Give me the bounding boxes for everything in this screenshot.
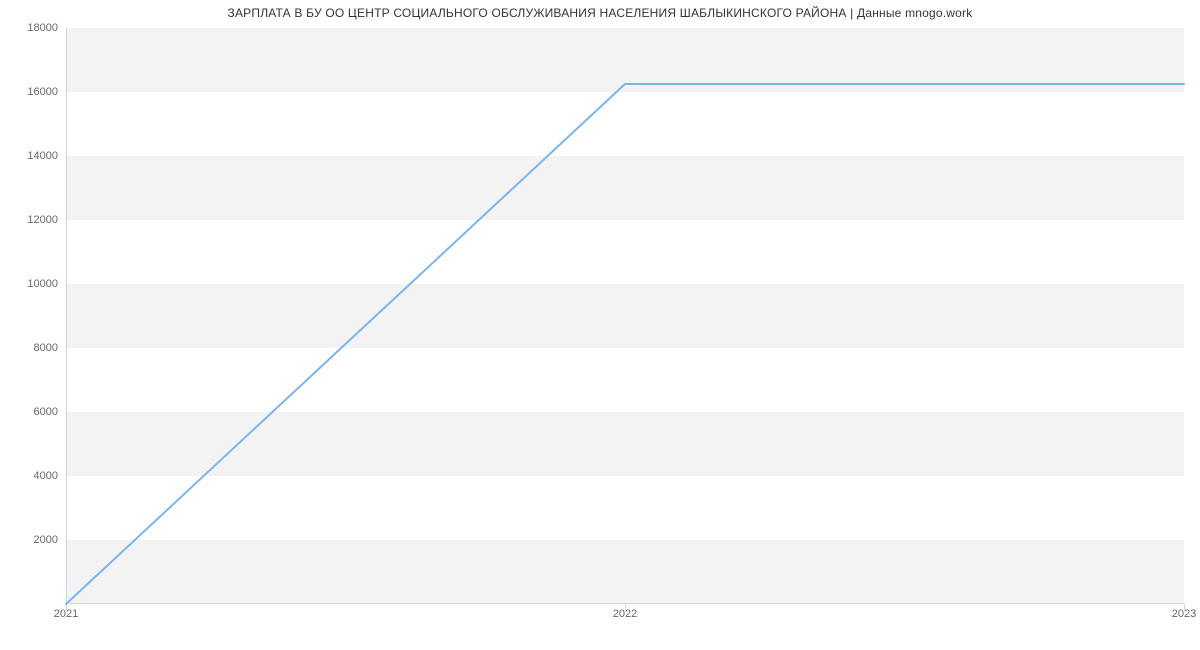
x-tick-label: 2022 (613, 608, 637, 620)
y-tick-label: 2000 (34, 534, 58, 546)
y-tick-label: 4000 (34, 470, 58, 482)
y-tick-label: 14000 (27, 150, 58, 162)
y-tick-label: 8000 (34, 342, 58, 354)
line-series-layer (66, 28, 1184, 604)
y-tick-label: 10000 (27, 278, 58, 290)
plot-area (66, 28, 1184, 604)
x-tick-label: 2023 (1172, 608, 1196, 620)
chart-title: ЗАРПЛАТА В БУ ОО ЦЕНТР СОЦИАЛЬНОГО ОБСЛУ… (0, 6, 1200, 20)
y-tick-label: 6000 (34, 406, 58, 418)
y-tick-label: 12000 (27, 214, 58, 226)
y-tick-label: 16000 (27, 86, 58, 98)
x-tick-label: 2021 (54, 608, 78, 620)
y-tick-label: 18000 (27, 22, 58, 34)
chart-container: ЗАРПЛАТА В БУ ОО ЦЕНТР СОЦИАЛЬНОГО ОБСЛУ… (0, 0, 1200, 650)
series-salary-line (66, 84, 1184, 604)
